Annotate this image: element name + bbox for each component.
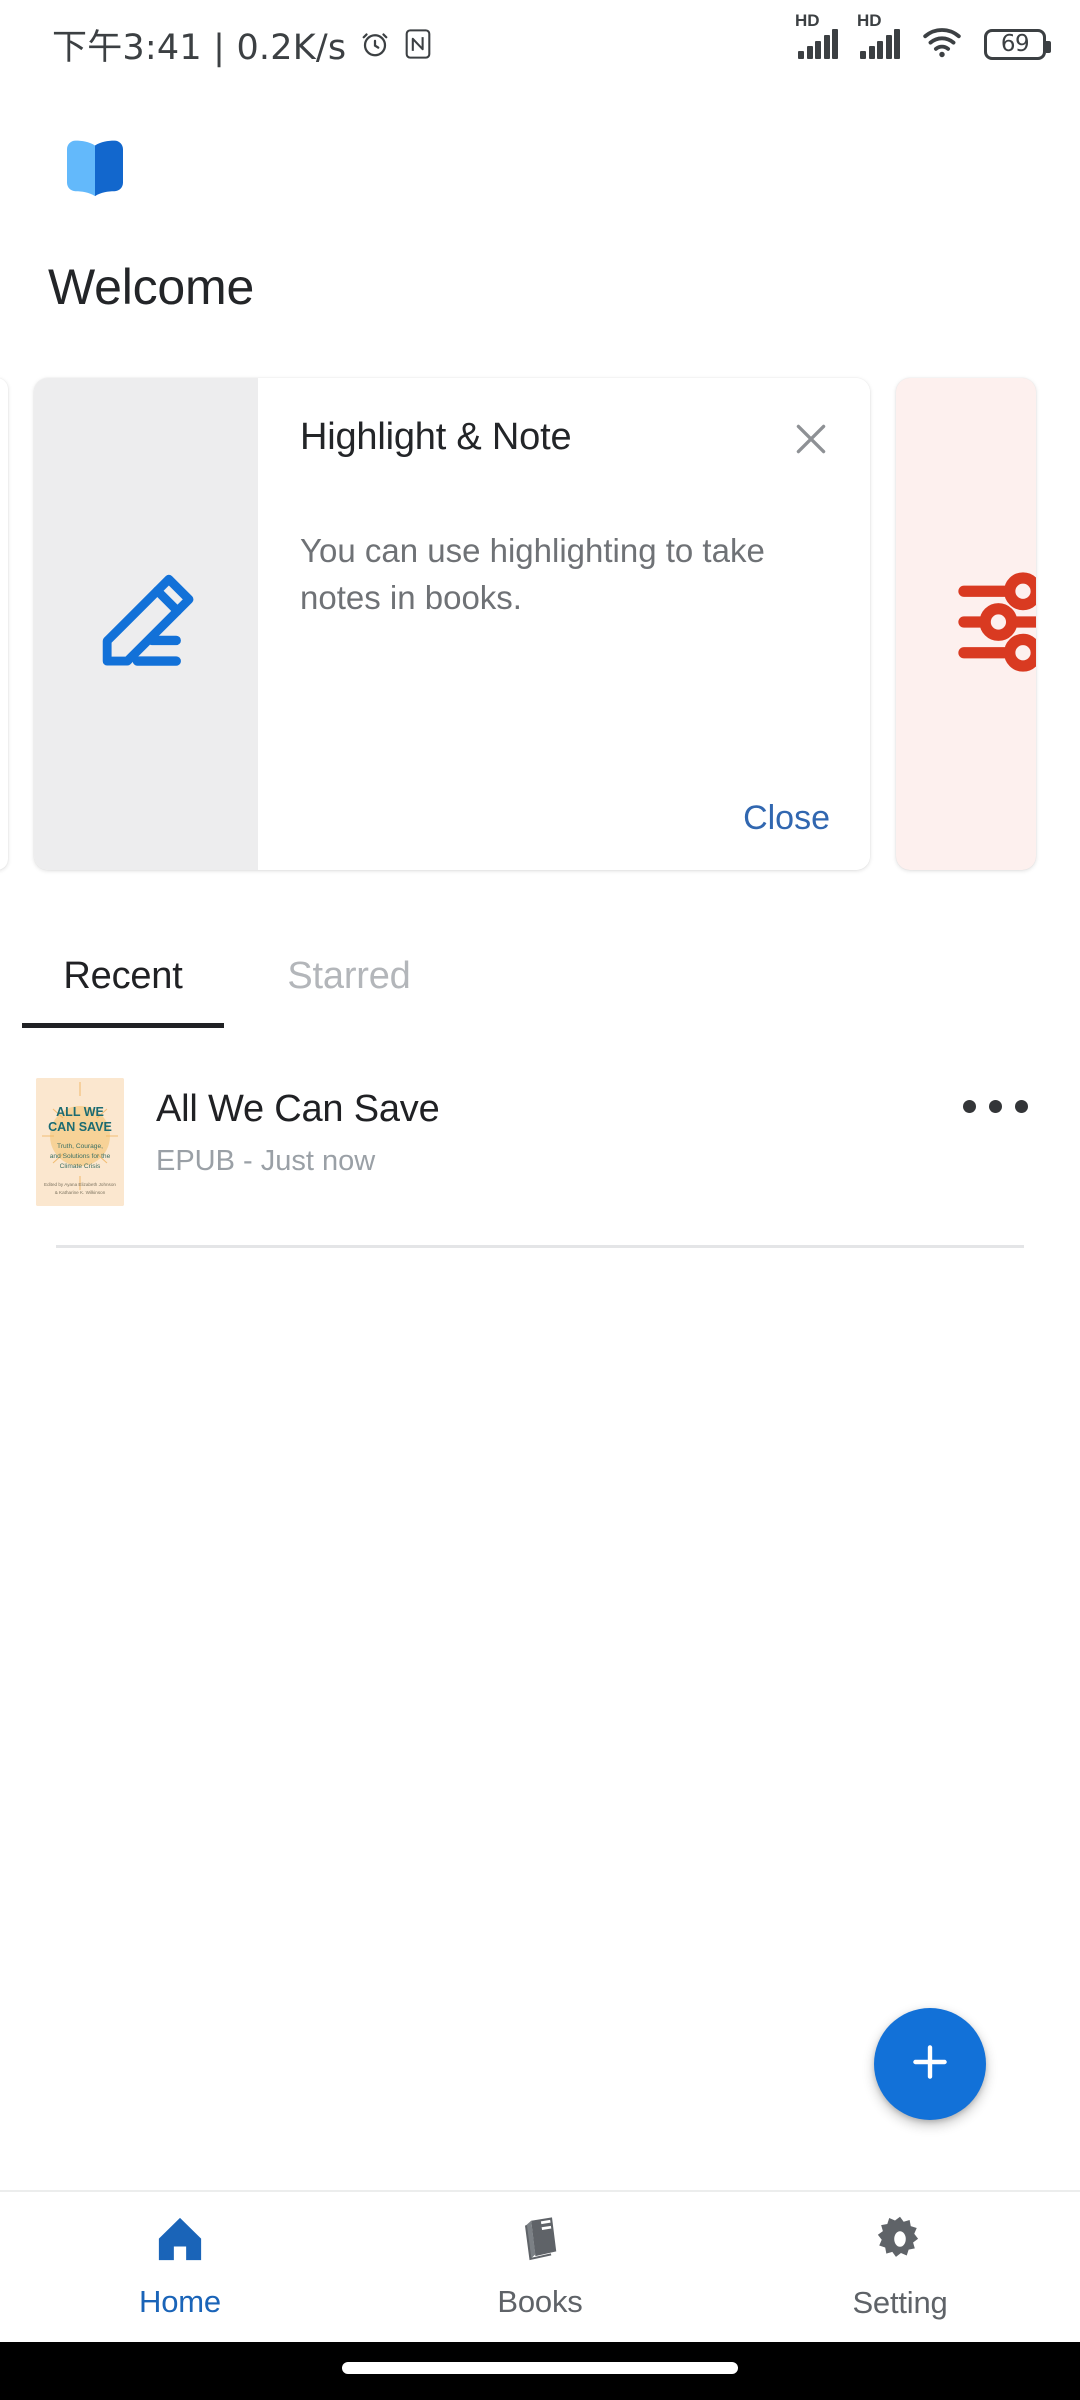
- signal-bars-icon-1: HD: [795, 12, 838, 59]
- svg-text:ALL WE: ALL WE: [56, 1105, 104, 1119]
- book-cover-thumbnail: ALL WE CAN SAVE Truth, Courage, and Solu…: [36, 1078, 124, 1206]
- svg-text:and Solutions for the: and Solutions for the: [50, 1153, 111, 1160]
- card-title: Highlight & Note: [300, 416, 572, 458]
- wifi-icon: [922, 26, 962, 63]
- carousel-card-peek-right[interactable]: [896, 378, 1036, 870]
- nav-item-home[interactable]: Home: [0, 2215, 360, 2320]
- gear-icon: [875, 2214, 925, 2269]
- svg-text:Truth, Courage,: Truth, Courage,: [57, 1143, 103, 1150]
- gesture-handle[interactable]: [342, 2362, 738, 2374]
- nav-label-home: Home: [139, 2283, 221, 2319]
- status-bar-left: 下午3:41 | 0.2K/s: [52, 19, 432, 70]
- onboarding-card-carousel[interactable]: Highlight & Note You can use highlightin…: [0, 378, 1080, 878]
- home-icon: [155, 2215, 205, 2268]
- svg-text:CAN SAVE: CAN SAVE: [48, 1120, 112, 1134]
- status-bar-time: 下午3:41 | 0.2K/s: [52, 27, 347, 68]
- add-book-fab[interactable]: [874, 2008, 986, 2120]
- library-tabs[interactable]: Recent Starred: [0, 955, 1080, 1045]
- card-header: Highlight & Note: [300, 416, 836, 467]
- signal-hd-label-2: HD: [857, 11, 882, 30]
- signal-hd-label-1: HD: [795, 11, 820, 30]
- card-body: Highlight & Note You can use highlightin…: [258, 378, 870, 870]
- battery-level-label: 69: [1000, 31, 1030, 57]
- bottom-navigation-bar[interactable]: Home Books Setting: [0, 2190, 1080, 2342]
- svg-text:Climate Crisis: Climate Crisis: [60, 1163, 101, 1170]
- book-list-item[interactable]: ALL WE CAN SAVE Truth, Courage, and Solu…: [0, 1078, 1080, 1246]
- pencil-edit-icon: [87, 563, 205, 686]
- nav-label-setting: Setting: [852, 2284, 948, 2320]
- tab-starred[interactable]: Starred: [248, 955, 450, 1028]
- card-icon-pane: [34, 378, 258, 870]
- close-x-icon[interactable]: [786, 416, 836, 467]
- svg-text:Edited by Ayana Elizabeth John: Edited by Ayana Elizabeth Johnson: [44, 1182, 116, 1187]
- highlight-note-card[interactable]: Highlight & Note You can use highlightin…: [34, 378, 870, 870]
- nfc-icon: [404, 29, 432, 59]
- gesture-navigation-bar[interactable]: [0, 2342, 1080, 2400]
- page-title: Welcome: [48, 259, 255, 315]
- alarm-clock-icon: [360, 29, 390, 59]
- more-horizontal-icon[interactable]: [963, 1078, 1028, 1113]
- tab-recent[interactable]: Recent: [22, 955, 224, 1028]
- signal-bars-icon-2: HD: [857, 12, 900, 59]
- book-meta: All We Can Save EPUB - Just now: [124, 1078, 963, 1178]
- tune-sliders-icon: [948, 563, 1036, 686]
- books-icon: [516, 2215, 564, 2268]
- carousel-card-peek-left[interactable]: [0, 378, 8, 870]
- status-bar: 下午3:41 | 0.2K/s HD HD 69: [0, 0, 1080, 88]
- plus-icon: [905, 2037, 955, 2092]
- card-description: You can use highlighting to take notes i…: [300, 532, 765, 616]
- nav-item-setting[interactable]: Setting: [720, 2214, 1080, 2321]
- card-close-button[interactable]: Close: [743, 799, 830, 838]
- list-divider: [56, 1245, 1024, 1248]
- book-title: All We Can Save: [156, 1088, 440, 1130]
- status-bar-right: HD HD 69: [795, 12, 1051, 63]
- book-subtitle: EPUB - Just now: [156, 1145, 376, 1177]
- svg-text:& Katharine K. Wilkinson: & Katharine K. Wilkinson: [55, 1190, 106, 1195]
- battery-icon: 69: [984, 28, 1051, 60]
- open-book-logo-icon: [62, 136, 128, 203]
- nav-item-books[interactable]: Books: [360, 2215, 720, 2320]
- nav-label-books: Books: [497, 2283, 583, 2319]
